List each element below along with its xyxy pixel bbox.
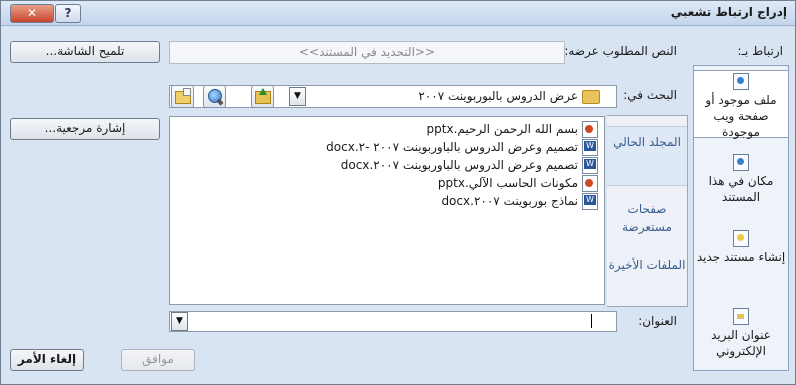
look-in-label: البحث في: (623, 88, 677, 102)
file-item[interactable]: تصميم وعرض الدروس بالباوربوينت ٢٠٠٧.docx (341, 156, 598, 174)
screentip-button[interactable]: تلميح الشاشة... (10, 41, 160, 63)
bookmark-button[interactable]: إشارة مرجعية... (10, 118, 160, 140)
link-new-document[interactable]: إنشاء مستند جديد (694, 230, 788, 280)
file-item[interactable]: تصميم وعرض الدروس بالباوربوينت ٢٠٠٧ -٢.d… (326, 138, 598, 156)
file-item[interactable]: مكونات الحاسب الآلي.pptx (438, 174, 598, 192)
look-in-value: عرض الدروس بالبوربوينت ٢٠٠٧ (418, 89, 578, 103)
text-to-display-label: النص المطلوب عرضه: (564, 44, 677, 58)
up-one-folder-icon[interactable] (251, 85, 274, 108)
browse-file-icon[interactable] (171, 85, 194, 108)
place-in-document-icon (733, 154, 749, 171)
look-in-dropdown[interactable]: عرض الدروس بالبوربوينت ٢٠٠٧ (169, 85, 617, 108)
text-to-display-field[interactable]: <<التحديد في المستند>> (169, 41, 565, 64)
existing-file-icon (733, 73, 749, 90)
pptx-file-icon (582, 175, 598, 192)
sidebar-item-browsed-pages[interactable]: صفحات مستعرضة (607, 200, 687, 240)
link-to-label: ارتباط بـ: (737, 44, 783, 58)
new-document-icon (733, 230, 749, 247)
browse-sidebar: المجلد الحالي صفحات مستعرضة الملفات الأخ… (607, 115, 688, 307)
title-bar: إدراج ارتباط تشعبي ✕ ? (1, 1, 795, 26)
docx-file-icon (582, 157, 598, 174)
text-caret (591, 314, 592, 328)
browse-web-icon[interactable] (203, 85, 226, 108)
docx-file-icon (582, 139, 598, 156)
ok-button[interactable]: موافق (121, 349, 195, 371)
folder-icon (582, 90, 600, 104)
help-button[interactable]: ? (55, 4, 81, 23)
cancel-button[interactable]: إلغاء الأمر (10, 349, 84, 371)
email-address-icon (733, 308, 749, 325)
docx-file-icon (582, 193, 598, 210)
link-place-in-document[interactable]: مكان في هذا المستند (694, 154, 788, 204)
link-to-bar: ملف موجود أو صفحة ويب موجودة مكان في هذا… (693, 65, 789, 371)
address-field[interactable] (169, 311, 617, 332)
dialog-title: إدراج ارتباط تشعبي (670, 5, 787, 19)
file-list[interactable]: بسم الله الرحمن الرحيم.pptx تصميم وعرض ا… (169, 116, 605, 305)
address-label: العنوان: (638, 314, 677, 328)
sidebar-item-recent-files[interactable]: الملفات الأخيرة (607, 256, 687, 296)
sidebar-item-current-folder[interactable]: المجلد الحالي (607, 126, 687, 186)
file-item[interactable]: نماذج بوربوينت ٢٠٠٧.docx (441, 192, 598, 210)
link-email-address[interactable]: عنوان البريد الإلكتروني (694, 308, 788, 364)
address-chevron-down-icon[interactable]: ▼ (171, 312, 188, 331)
pptx-file-icon (582, 121, 598, 138)
file-item[interactable]: بسم الله الرحمن الرحيم.pptx (427, 120, 598, 138)
insert-hyperlink-dialog: إدراج ارتباط تشعبي ✕ ? ارتباط بـ: النص ا… (0, 0, 796, 385)
close-button[interactable]: ✕ (10, 4, 54, 23)
link-existing-file[interactable]: ملف موجود أو صفحة ويب موجودة (694, 70, 788, 139)
look-in-chevron-down-icon[interactable]: ▼ (289, 87, 306, 106)
